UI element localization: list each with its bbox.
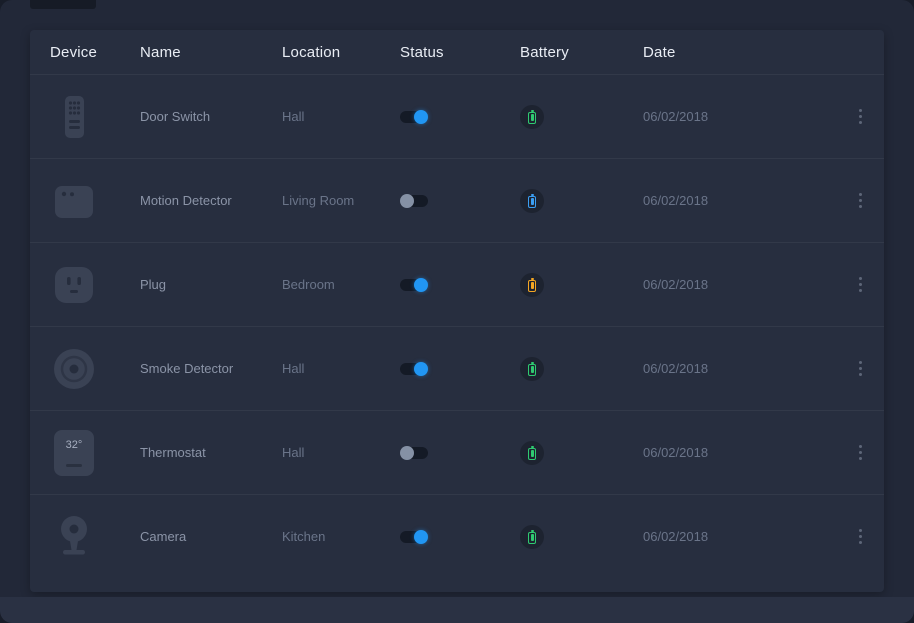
column-header-name: Name — [140, 44, 282, 61]
toggle-thumb — [400, 446, 414, 460]
status-toggle[interactable] — [400, 111, 428, 123]
device-name: Motion Detector — [140, 193, 282, 208]
app-screen: Device Name Location Status Battery Date — [0, 0, 914, 623]
toggle-thumb — [414, 530, 428, 544]
motion-detector-icon — [50, 177, 98, 225]
top-tab-decoration — [30, 0, 96, 9]
battery-indicator — [520, 525, 544, 549]
battery-icon — [528, 112, 536, 124]
column-header-battery: Battery — [520, 44, 643, 61]
thermostat-reading: 32° — [66, 439, 83, 476]
bottom-bar-decoration — [0, 597, 914, 623]
kebab-menu-icon[interactable] — [853, 441, 868, 464]
column-header-date: Date — [643, 44, 824, 61]
device-date: 06/02/2018 — [643, 445, 824, 460]
plug-icon — [50, 261, 98, 309]
battery-icon — [528, 196, 536, 208]
table-row: 32° Thermostat Hall 06/02/2018 — [30, 410, 884, 494]
device-location: Kitchen — [282, 529, 400, 544]
device-name: Thermostat — [140, 445, 282, 460]
toggle-thumb — [414, 362, 428, 376]
table-header-row: Device Name Location Status Battery Date — [30, 30, 884, 74]
battery-indicator — [520, 441, 544, 465]
device-date: 06/02/2018 — [643, 109, 824, 124]
battery-icon — [528, 364, 536, 376]
status-toggle[interactable] — [400, 531, 428, 543]
kebab-menu-icon[interactable] — [853, 357, 868, 380]
column-header-device: Device — [50, 44, 140, 61]
device-location: Hall — [282, 361, 400, 376]
status-toggle[interactable] — [400, 279, 428, 291]
device-name: Plug — [140, 277, 282, 292]
battery-icon — [528, 532, 536, 544]
column-header-status: Status — [400, 44, 520, 61]
thermostat-icon: 32° — [50, 429, 98, 477]
status-toggle[interactable] — [400, 363, 428, 375]
device-location: Bedroom — [282, 277, 400, 292]
table-row: Motion Detector Living Room 06/02/2018 — [30, 158, 884, 242]
status-toggle[interactable] — [400, 195, 428, 207]
kebab-menu-icon[interactable] — [853, 105, 868, 128]
battery-indicator — [520, 273, 544, 297]
toggle-thumb — [414, 278, 428, 292]
device-location: Living Room — [282, 193, 400, 208]
device-location: Hall — [282, 109, 400, 124]
battery-icon — [528, 280, 536, 292]
table-row: Camera Kitchen 06/02/2018 — [30, 494, 884, 578]
device-date: 06/02/2018 — [643, 361, 824, 376]
table-row: Plug Bedroom 06/02/2018 — [30, 242, 884, 326]
column-header-location: Location — [282, 44, 400, 61]
device-name: Smoke Detector — [140, 361, 282, 376]
device-date: 06/02/2018 — [643, 529, 824, 544]
device-date: 06/02/2018 — [643, 193, 824, 208]
device-name: Camera — [140, 529, 282, 544]
table-row: Smoke Detector Hall 06/02/2018 — [30, 326, 884, 410]
toggle-thumb — [414, 110, 428, 124]
battery-indicator — [520, 189, 544, 213]
status-toggle[interactable] — [400, 447, 428, 459]
camera-icon — [50, 513, 98, 561]
kebab-menu-icon[interactable] — [853, 273, 868, 296]
table-row: Door Switch Hall 06/02/2018 — [30, 74, 884, 158]
device-date: 06/02/2018 — [643, 277, 824, 292]
battery-icon — [528, 448, 536, 460]
remote-icon — [50, 93, 98, 141]
device-name: Door Switch — [140, 109, 282, 124]
device-location: Hall — [282, 445, 400, 460]
device-table-card: Device Name Location Status Battery Date — [30, 30, 884, 592]
battery-indicator — [520, 357, 544, 381]
kebab-menu-icon[interactable] — [853, 189, 868, 212]
smoke-detector-icon — [50, 345, 98, 393]
toggle-thumb — [400, 194, 414, 208]
battery-indicator — [520, 105, 544, 129]
kebab-menu-icon[interactable] — [853, 525, 868, 548]
